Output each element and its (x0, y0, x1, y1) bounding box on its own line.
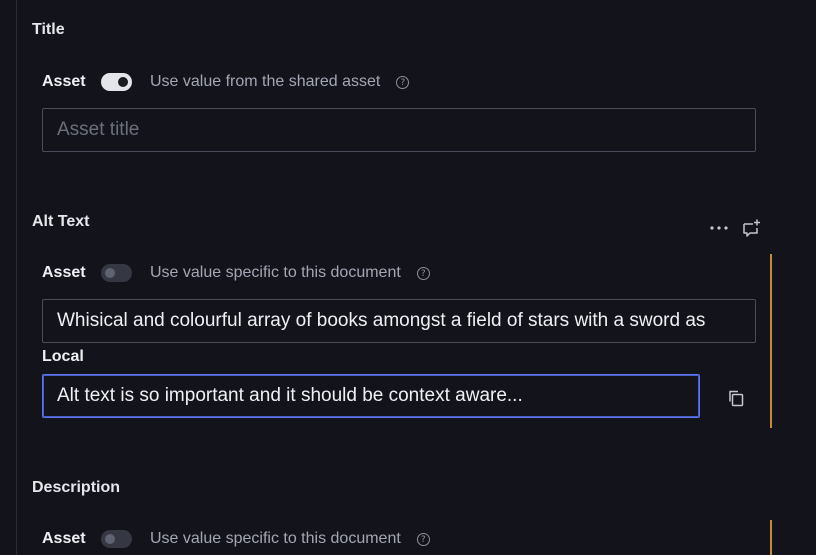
alt-text-asset-description: Use value specific to this document (150, 264, 401, 281)
toggle-knob (118, 77, 128, 87)
help-icon[interactable]: ? (396, 75, 410, 89)
title-asset-description: Use value from the shared asset (150, 73, 381, 90)
asset-title-input[interactable] (43, 109, 755, 151)
alt-text-local-field (42, 374, 700, 418)
alt-text-local-input[interactable] (43, 375, 699, 417)
copy-icon[interactable] (724, 386, 748, 410)
help-icon[interactable]: ? (416, 266, 430, 280)
add-comment-icon[interactable] (739, 216, 763, 240)
alt-text-change-indicator (770, 254, 772, 428)
alt-text-asset-input[interactable] (43, 300, 755, 342)
title-asset-row: Asset Use value from the shared asset ? (42, 70, 410, 94)
alt-text-asset-field (42, 299, 756, 343)
description-asset-row: Asset Use value specific to this documen… (42, 527, 430, 551)
alt-text-section-heading: Alt Text (32, 213, 90, 230)
description-asset-description: Use value specific to this document (150, 530, 401, 547)
alt-text-local-label: Local (42, 348, 84, 365)
title-field (42, 108, 756, 152)
description-asset-label: Asset (42, 530, 86, 547)
panel-left-border (16, 0, 17, 555)
title-asset-toggle[interactable] (101, 73, 132, 91)
more-horizontal-icon[interactable] (707, 216, 731, 240)
title-section-heading: Title (32, 21, 65, 38)
description-asset-toggle[interactable] (101, 530, 132, 548)
alt-text-asset-row: Asset Use value specific to this documen… (42, 261, 430, 285)
title-asset-label: Asset (42, 73, 86, 90)
description-section-heading: Description (32, 479, 121, 496)
alt-text-asset-label: Asset (42, 264, 86, 281)
description-change-indicator (770, 520, 772, 555)
toggle-knob (105, 268, 115, 278)
toggle-knob (105, 534, 115, 544)
alt-text-asset-toggle[interactable] (101, 264, 132, 282)
help-icon[interactable]: ? (416, 532, 430, 546)
asset-fields-panel: Title Asset Use value from the shared as… (0, 0, 816, 555)
